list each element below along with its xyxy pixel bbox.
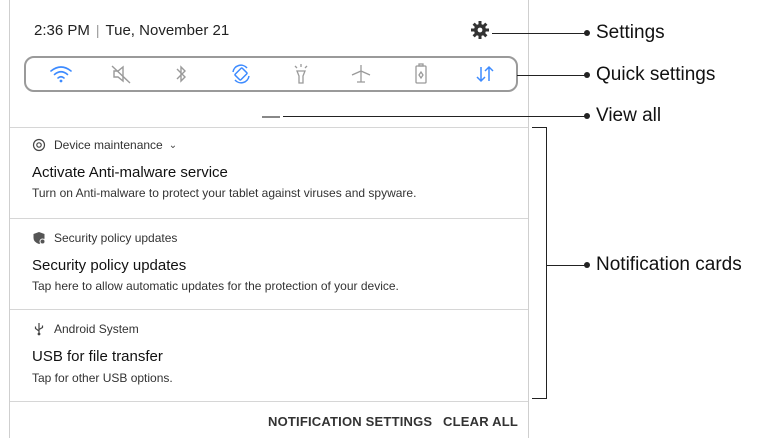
view-all-callout-dot — [584, 113, 590, 119]
notification-cards-callout-label: Notification cards — [596, 254, 742, 275]
status-row: 2:36 PM | Tue, November 21 — [34, 22, 229, 39]
notification-body: Tap here to allow automatic updates for … — [32, 279, 399, 293]
notification-app-name: Device maintenance — [54, 138, 163, 152]
notification-app: Device maintenance ⌄ — [32, 138, 177, 152]
settings-callout-line — [492, 33, 586, 34]
notification-cards-callout-line — [546, 265, 586, 266]
airplane-icon[interactable] — [348, 62, 374, 86]
power-saving-icon[interactable] — [408, 62, 434, 86]
status-time: 2:36 PM — [34, 22, 90, 39]
bluetooth-icon[interactable] — [168, 62, 194, 86]
notification-title: USB for file transfer — [32, 348, 163, 365]
notification-title: Activate Anti-malware service — [32, 164, 228, 181]
mobile-data-icon[interactable] — [472, 62, 498, 86]
view-all-callout-line — [283, 116, 586, 117]
chevron-down-icon[interactable]: ⌄ — [169, 140, 177, 151]
flashlight-icon[interactable] — [288, 62, 314, 86]
quick-settings-callout-dot — [584, 72, 590, 78]
status-date: Tue, November 21 — [105, 22, 230, 39]
notification-cards-callout-dot — [584, 262, 590, 268]
view-all-callout-label: View all — [596, 105, 662, 126]
notification-card[interactable]: Device maintenance ⌄ Activate Anti-malwa… — [10, 128, 528, 218]
settings-callout-label: Settings — [596, 22, 665, 43]
quick-settings-callout-line — [517, 75, 586, 76]
mute-icon[interactable] — [108, 62, 134, 86]
notification-cards-bracket — [532, 127, 547, 399]
notification-panel: 2:36 PM | Tue, November 21 Device mainte… — [9, 0, 529, 438]
gear-icon[interactable] — [470, 20, 490, 40]
notification-card[interactable]: Security policy updates Security policy … — [10, 219, 528, 309]
notification-settings-button[interactable]: NOTIFICATION SETTINGS — [268, 414, 432, 429]
shield-icon — [33, 232, 46, 245]
notification-card[interactable]: Android System USB for file transfer Tap… — [10, 310, 528, 400]
usb-icon — [34, 323, 44, 336]
view-all-handle[interactable] — [262, 116, 280, 118]
wifi-icon[interactable] — [48, 62, 74, 86]
clear-all-button[interactable]: CLEAR ALL — [443, 414, 518, 429]
notification-app-name: Android System — [54, 322, 139, 336]
notification-body: Tap for other USB options. — [32, 371, 173, 385]
notification-app-name: Security policy updates — [54, 231, 178, 245]
quick-settings-bar — [24, 56, 518, 92]
notification-body: Turn on Anti-malware to protect your tab… — [32, 186, 417, 200]
divider — [10, 401, 528, 402]
notification-title: Security policy updates — [32, 257, 187, 274]
notification-app: Security policy updates — [32, 231, 177, 245]
auto-rotate-icon[interactable] — [228, 62, 254, 86]
settings-callout-dot — [584, 30, 590, 36]
status-separator: | — [95, 22, 100, 38]
notification-app: Android System — [32, 322, 139, 336]
device-maintenance-icon — [32, 138, 46, 152]
quick-settings-callout-label: Quick settings — [596, 64, 716, 85]
